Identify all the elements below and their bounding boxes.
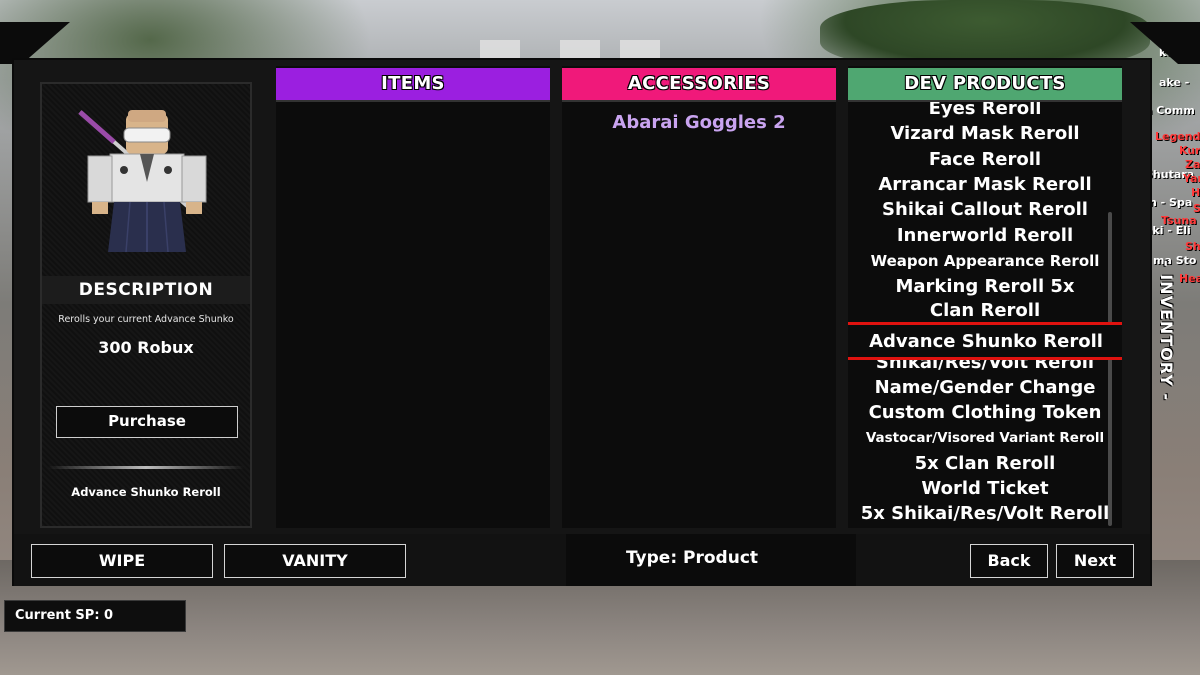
player-name-fragment: Kur (1179, 144, 1200, 157)
player-name-fragment: Hea (1179, 272, 1200, 285)
player-name-fragment: Show (1185, 240, 1200, 253)
dev-product-item-selected[interactable]: Advance Shunko Reroll (848, 322, 1122, 360)
description-text: Rerolls your current Advance Shunko (58, 314, 234, 325)
dev-products-column: DEV PRODUCTS Eyes Reroll Vizard Mask Rer… (848, 66, 1122, 528)
dev-product-item[interactable]: 5x Shikai/Res/Volt Reroll (848, 503, 1122, 524)
dev-product-item[interactable]: Marking Reroll 5x (848, 276, 1122, 297)
player-name-fragment: Hye (1191, 186, 1200, 199)
items-column: ITEMS (276, 66, 550, 528)
dev-product-item[interactable]: World Ticket (848, 478, 1122, 499)
background-sign (480, 40, 520, 58)
next-button[interactable]: Next (1056, 544, 1134, 578)
dev-product-item[interactable]: Name/Gender Change (848, 377, 1122, 398)
vanity-button[interactable]: VANITY (224, 544, 406, 578)
player-name-fragment: n - Spa (1149, 196, 1193, 209)
dev-product-item[interactable]: Clan Reroll (848, 300, 1122, 321)
player-name-fragment: Legend (1155, 130, 1200, 143)
selected-product-name: Advance Shunko Reroll (71, 485, 221, 499)
player-name-fragment: Yama (1183, 172, 1200, 185)
dev-product-item[interactable]: Shikai Callout Reroll (848, 199, 1122, 220)
dev-product-item[interactable]: Vastocar/Visored Variant Reroll (848, 430, 1122, 446)
player-name-fragment: ake - (1159, 76, 1190, 89)
background-sign (620, 40, 660, 58)
dev-product-item[interactable]: Eyes Reroll (848, 102, 1122, 119)
wipe-button[interactable]: WIPE (31, 544, 213, 578)
dev-product-item[interactable]: Face Reroll (848, 149, 1122, 170)
accessories-header[interactable]: ACCESSORIES (562, 68, 836, 102)
purchase-button[interactable]: Purchase (56, 406, 238, 438)
accessories-column: ACCESSORIES Abarai Goggles 2 (562, 66, 836, 528)
back-button[interactable]: Back (970, 544, 1048, 578)
dev-product-item[interactable]: Weapon Appearance Reroll (848, 252, 1122, 270)
description-panel: DESCRIPTION Rerolls your current Advance… (40, 82, 252, 528)
current-sp-label: Current SP: 0 (4, 600, 186, 632)
dev-products-list[interactable]: Eyes Reroll Vizard Mask Reroll Face Rero… (848, 102, 1122, 528)
inventory-tab[interactable]: - INVENTORY - (1157, 260, 1176, 401)
description-header: DESCRIPTION (42, 276, 250, 304)
price-label: 300 Robux (98, 338, 194, 357)
dev-product-item[interactable]: 5x Clan Reroll (848, 453, 1122, 474)
divider (48, 466, 244, 469)
dev-products-scrollbar[interactable] (1108, 212, 1112, 526)
dev-product-item[interactable]: Arrancar Mask Reroll (848, 174, 1122, 195)
background-sign (560, 40, 600, 58)
dev-product-item[interactable]: Innerworld Reroll (848, 225, 1122, 246)
accessory-item[interactable]: Abarai Goggles 2 (562, 112, 836, 133)
dev-product-item[interactable]: Custom Clothing Token (848, 402, 1122, 423)
dev-products-header[interactable]: DEV PRODUCTS (848, 68, 1122, 102)
items-header[interactable]: ITEMS (276, 68, 550, 102)
character-portrait (44, 86, 250, 274)
dev-product-item[interactable]: Vizard Mask Reroll (848, 123, 1122, 144)
type-label: Type: Product (625, 548, 759, 568)
player-name-fragment: a Comm (1145, 104, 1195, 117)
